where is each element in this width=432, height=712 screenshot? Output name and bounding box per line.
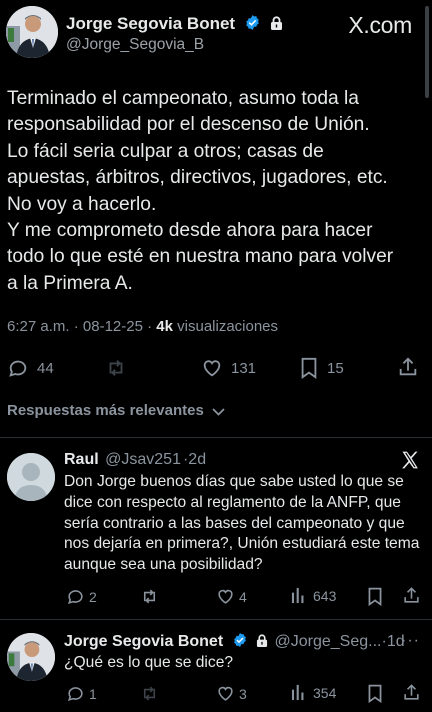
heart-icon [218,686,233,701]
tweet-text: Terminado el campeonato, asumo toda la r… [7,86,407,297]
reply-author-row[interactable]: Raul @Jsav251·2d [64,451,206,469]
x-com-logo: X.com [348,12,412,38]
reply-bookmark-button[interactable] [367,587,383,606]
tweet-time[interactable]: 6:27 a.m. [7,318,70,335]
reply-reply-button[interactable]: 2 [66,587,97,606]
reply-like-count: 3 [239,685,247,702]
reply-views-button[interactable]: 643 [291,587,336,604]
tweet-paragraph: Lo fácil seria culpar a otros; casas de … [7,140,388,215]
heart-icon [218,589,233,604]
meta-separator: · [147,318,157,335]
views-chart-icon [291,587,304,604]
reply-like-button[interactable]: 4 [216,587,247,606]
like-count: 131 [231,359,257,377]
reply-reply-count: 2 [89,588,97,605]
reply-reply-button[interactable]: 1 [66,684,97,703]
lock-icon [256,634,268,647]
reply-text: Don Jorge buenos días que sabe usted lo … [64,473,420,574]
reply-reply-count: 1 [89,685,97,702]
bookmark-count: 15 [327,359,344,377]
reply-avatar[interactable] [7,453,55,501]
reply-icon [67,590,83,605]
share-icon [404,587,419,603]
tweet-paragraph: Y me comprometo desde ahora para hacer t… [7,220,394,294]
reply-retweet-button[interactable] [139,587,160,606]
reply-icon [9,360,27,377]
reply-views-count: 354 [313,684,337,701]
reply-author-name[interactable]: Raul [64,451,99,468]
scrollbar[interactable] [425,6,429,98]
reply-share-button[interactable] [402,683,421,702]
meta-separator: · [73,318,83,335]
reply-time[interactable]: 2d [188,451,206,468]
x-logo-icon [402,451,418,469]
replies-sort-label: Respuestas más relevantes [7,402,204,419]
reply-avatar[interactable] [7,633,55,681]
views-chart-icon [291,684,304,701]
reply-share-button[interactable] [402,586,421,605]
reply-retweet-button[interactable] [139,684,160,703]
share-button[interactable] [397,356,419,378]
chevron-down-icon [212,408,225,416]
tweet-paragraph: Terminado el campeonato, asumo toda la r… [7,88,370,136]
reply-like-button[interactable]: 3 [216,684,247,703]
bookmark-icon [368,587,382,606]
tweet-meta: 6:27 a.m. · 08-12-25 · 4k visualizacione… [7,318,278,335]
like-button[interactable]: 131 [201,357,256,379]
retweet-icon [143,589,156,604]
reply-views-count: 643 [313,587,337,604]
retweet-button[interactable] [104,357,136,379]
author-handle[interactable]: @Jorge_Segovia_B [66,36,204,54]
reply-author-name[interactable]: Jorge Segovia Bonet [64,633,223,650]
retweet-icon [143,686,156,701]
bookmark-icon [301,357,317,379]
author-name-row[interactable]: Jorge Segovia Bonet [66,14,283,34]
verified-badge-icon [246,15,259,30]
share-icon [404,684,419,700]
divider [0,619,432,620]
share-icon [399,357,417,376]
bookmark-button[interactable]: 15 [299,357,344,379]
reply-author-handle[interactable]: @Jorge_Seg... [275,633,382,650]
reply-author-handle[interactable]: @Jsav251 [105,451,181,468]
divider [0,437,432,438]
reply-bookmark-button[interactable] [367,684,383,703]
reply-text: ¿Qué es lo que se dice? [64,654,234,671]
tweet-date[interactable]: 08-12-25 [83,318,143,335]
bookmark-icon [368,684,382,703]
replies-sort-selector[interactable]: Respuestas más relevantes [7,402,225,419]
retweet-icon [109,360,123,376]
verified-badge-icon [233,633,246,647]
more-options-icon[interactable]: ··· [401,632,420,650]
reply-views-button[interactable]: 354 [291,684,336,701]
reply-icon [67,687,83,702]
author-avatar[interactable] [6,6,58,58]
heart-icon [203,360,221,377]
views-label: visualizaciones [177,318,279,335]
tweet-header: Jorge Segovia Bonet @Jorge_Segovia_B X.c… [0,0,432,80]
author-name[interactable]: Jorge Segovia Bonet [66,14,235,33]
views-count: 4k [156,318,173,335]
reply-button[interactable]: 44 [7,357,54,379]
reply-author-row[interactable]: Jorge Segovia Bonet @Jorge_Seg...·1d [64,632,405,651]
reply-count: 44 [37,359,54,377]
reply-like-count: 4 [239,588,247,605]
lock-icon [270,16,282,30]
